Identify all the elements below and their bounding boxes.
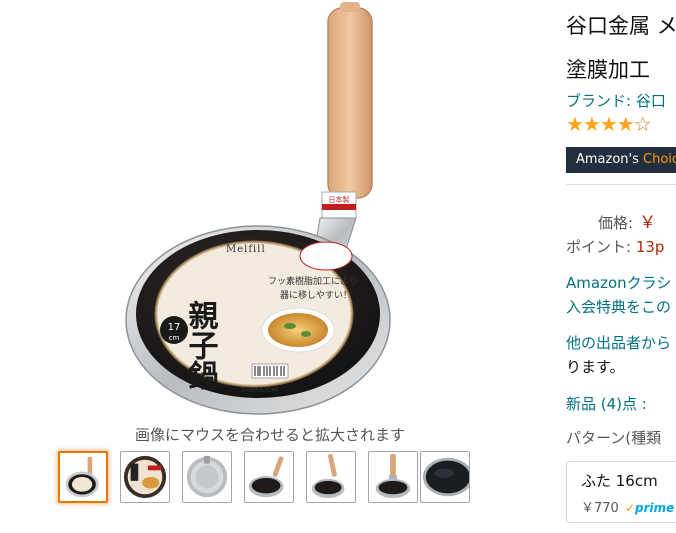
price-value: ￥ xyxy=(639,213,657,233)
product-title: 谷口金属 メ xyxy=(566,14,676,38)
badge-label: Amazon's xyxy=(576,152,644,167)
price-label: 価格: xyxy=(598,214,634,232)
points-label: ポイント: xyxy=(566,238,632,256)
pan-front-icon xyxy=(65,456,99,498)
variant-option[interactable]: ふた 16cm ￥770 ✓prime xyxy=(566,461,676,523)
package-maker: TANIGUCHI xyxy=(239,386,279,394)
package-product-name: 親子鍋 xyxy=(183,300,219,390)
thumbnail-6[interactable] xyxy=(368,451,418,503)
star-rating[interactable]: ★★★★☆ xyxy=(566,112,652,136)
other-sellers-link[interactable]: 他の出品者から xyxy=(566,332,671,353)
new-offers-link[interactable]: 新品 (4)点 : xyxy=(566,393,647,414)
variant-price-row: ￥770 ✓prime xyxy=(581,497,674,516)
prime-text: prime xyxy=(635,501,675,515)
prime-check-icon: ✓ xyxy=(624,501,636,515)
other-sellers-text: ります。 xyxy=(566,358,625,376)
package-detail-icon xyxy=(123,455,167,499)
package-tagline-2: 器に移しやすい！ xyxy=(280,289,352,301)
handle-tag-text: 日本製 xyxy=(329,195,350,204)
points-value: 13p xyxy=(635,238,665,256)
pan-inside-icon xyxy=(186,455,228,498)
badge-highlight: Choic xyxy=(643,152,676,167)
package-brand: Melfill xyxy=(226,244,266,255)
pattern-label: パターン(種類 xyxy=(566,429,662,447)
star-empty-icon: ☆ xyxy=(633,112,652,136)
prime-badge: ✓prime xyxy=(625,501,674,515)
thumbnail-3[interactable] xyxy=(182,451,232,503)
pan-closeup-icon xyxy=(422,457,469,497)
divider xyxy=(566,184,676,185)
thumbnail-5[interactable] xyxy=(306,451,356,503)
main-product-image[interactable]: 日本製 Melfill 親子鍋 17 cm フッ素樹脂加工により 器に移しやすい… xyxy=(120,0,420,418)
thumbnail-4[interactable] xyxy=(244,451,294,503)
brand-link[interactable]: ブランド: 谷口 xyxy=(566,90,666,111)
amazons-choice-badge[interactable]: Amazon's Choic xyxy=(566,147,676,173)
thumbnail-2[interactable] xyxy=(120,451,170,503)
price-row: 価格: ￥ xyxy=(598,208,656,233)
pan-handle-icon xyxy=(375,453,411,499)
promo-link-cont[interactable]: 入会特典をこの xyxy=(566,296,671,317)
variant-name: ふた 16cm xyxy=(581,472,658,490)
pan-angle-icon xyxy=(248,456,284,498)
pan-side-icon xyxy=(311,453,345,499)
package-size-unit: cm xyxy=(169,334,180,342)
points-row: ポイント: 13p xyxy=(566,236,664,257)
package-tagline-1: フッ素樹脂加工により xyxy=(268,275,358,287)
thumbnail-7[interactable] xyxy=(420,451,470,503)
pan-illustration: 日本製 Melfill 親子鍋 17 cm フッ素樹脂加工により 器に移しやすい… xyxy=(125,2,391,415)
thumbnail-1[interactable] xyxy=(58,451,108,503)
package-size: 17 xyxy=(168,322,181,333)
promo-link[interactable]: Amazonクラシ xyxy=(566,272,671,293)
variant-price: ￥770 xyxy=(581,501,619,516)
zoom-hint-text: 画像にマウスを合わせると拡大されます xyxy=(134,426,405,444)
stars-filled: ★★★★ xyxy=(566,112,635,136)
product-info-panel: 谷口金属 メ 塗膜加工 ブランド: 谷口 ★★★★☆ Amazon's Choi… xyxy=(566,0,676,533)
product-title-cont: 塗膜加工 xyxy=(566,58,650,82)
